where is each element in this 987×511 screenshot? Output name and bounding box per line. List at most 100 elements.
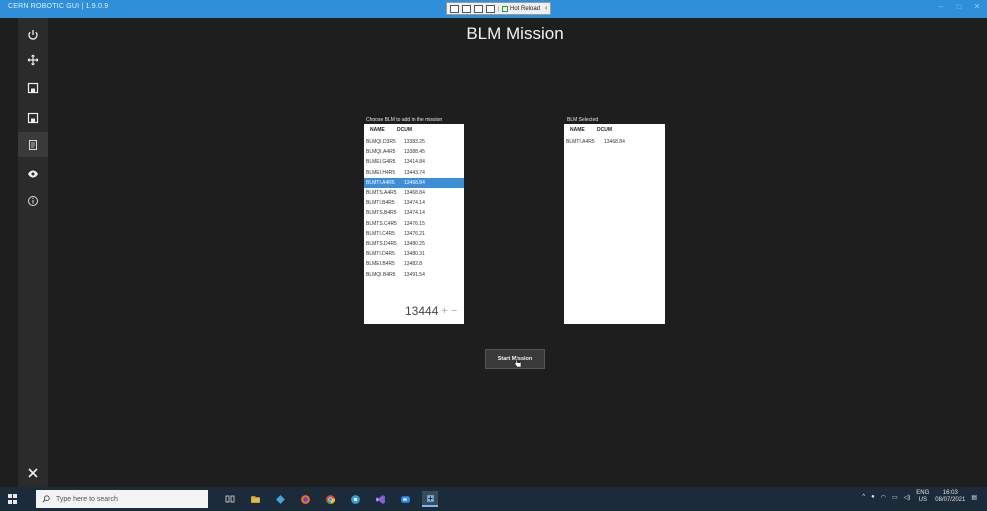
blm-name: BLMTI.B4R5 xyxy=(366,200,395,207)
sidebar-item-mission[interactable] xyxy=(18,132,48,157)
blm-name: BLMEI.H4R5 xyxy=(366,169,396,176)
hot-reload-indicator[interactable]: Hot Reload xyxy=(498,5,540,12)
volume-icon[interactable]: ◁) xyxy=(904,494,911,501)
eye-icon xyxy=(28,170,38,177)
cern-gui-app-icon[interactable] xyxy=(422,491,438,507)
visual-studio-icon[interactable] xyxy=(372,491,388,507)
blm-dcum: 13482.8 xyxy=(404,261,423,268)
windows-start-icon[interactable] xyxy=(8,494,18,504)
list-item[interactable]: BLMTS.D4R5 13480.25 xyxy=(364,239,464,249)
sidebar-item-info[interactable] xyxy=(18,188,48,213)
file-explorer-icon[interactable] xyxy=(247,491,263,507)
list-item[interactable]: BLMTS.A4R5 13468.84 xyxy=(364,188,464,198)
layout-adorner-icon[interactable] xyxy=(486,4,495,13)
keyboard-layout: US xyxy=(918,497,927,503)
dcum-stepper[interactable]: 13444 + − xyxy=(405,304,457,318)
microphone-icon[interactable]: ● xyxy=(871,494,875,500)
blm-name: BLMQI.A4R5 xyxy=(366,149,396,156)
list-item[interactable]: BLMTI.A4R5 13468.84 xyxy=(564,137,665,147)
close-icon[interactable]: ✕ xyxy=(973,2,981,11)
info-icon xyxy=(28,195,38,206)
list-item[interactable]: BLMTI.D4R5 13480.31 xyxy=(364,249,464,259)
window-title: CERN ROBOTIC GUI | 1.9.0.9 xyxy=(8,3,109,10)
search-icon xyxy=(42,495,50,503)
taskbar-search-box[interactable]: Type here to search xyxy=(36,490,208,508)
network-icon[interactable]: ▭ xyxy=(892,494,898,501)
list-item[interactable]: BLMEI.H4R5 13443.74 xyxy=(364,168,464,178)
wifi-icon[interactable]: ◠ xyxy=(881,494,886,501)
clock-time: 16:03 xyxy=(942,490,958,496)
blm-name: BLMTS.B4R5 xyxy=(366,210,397,217)
sidebar xyxy=(18,18,48,487)
clock[interactable]: 16:03 08/07/2021 xyxy=(935,490,965,504)
language-code: ENG xyxy=(916,490,930,496)
blm-dcum: 13443.74 xyxy=(404,169,425,176)
blm-dcum: 13468.84 xyxy=(404,190,425,197)
column-dcum-header: DCUM xyxy=(597,127,612,133)
system-tray: ^ ● ◠ ▭ ◁) ENG US 16:03 08/07/2021 ▤ xyxy=(862,490,977,504)
increment-button[interactable]: + xyxy=(441,305,447,317)
language-indicator[interactable]: ENG US xyxy=(916,490,929,504)
sidebar-item-save-1[interactable] xyxy=(18,75,48,100)
collapse-chevron-icon[interactable]: ‹ xyxy=(543,5,547,12)
save-icon xyxy=(27,82,39,93)
list-item[interactable]: BLMQI.A4R5 13388.45 xyxy=(364,147,464,157)
clock-date: 08/07/2021 xyxy=(935,497,966,503)
sidebar-item-tools[interactable] xyxy=(18,463,48,483)
column-name-header: NAME xyxy=(370,127,385,133)
maximize-icon[interactable]: □ xyxy=(955,2,963,11)
blm-dcum: 13480.25 xyxy=(404,240,425,247)
blm-dcum: 13474.14 xyxy=(404,200,425,207)
list-item[interactable]: BLMEI.B4R5 13482.8 xyxy=(364,259,464,269)
git-icon[interactable] xyxy=(272,491,288,507)
display-adorners-icon[interactable] xyxy=(462,4,471,13)
blm-name: BLMQI.D3R5 xyxy=(366,139,396,146)
task-view-icon[interactable] xyxy=(222,491,238,507)
move-icon xyxy=(27,54,39,65)
sidebar-item-power[interactable] xyxy=(18,22,48,47)
left-margin xyxy=(0,18,18,487)
list-item[interactable]: BLMQI.B4R5 13491.54 xyxy=(364,269,464,279)
list-item[interactable]: BLMTI.C4R5 13476.21 xyxy=(364,229,464,239)
list-item[interactable]: BLMTS.C4R5 13476.15 xyxy=(364,219,464,229)
sidebar-item-move[interactable] xyxy=(18,47,48,72)
column-name-header: NAME xyxy=(570,127,585,133)
window-controls: – □ ✕ xyxy=(937,2,981,11)
sidebar-item-save-2[interactable] xyxy=(18,105,48,130)
selected-blm-list[interactable]: NAME DCUM BLMTI.A4R5 13468.84 xyxy=(564,124,665,324)
blm-name: BLMTI.D4R5 xyxy=(366,251,395,258)
select-element-icon[interactable] xyxy=(450,4,459,13)
list-item[interactable]: BLMEI.G4R5 13414.84 xyxy=(364,157,464,167)
chevron-up-icon[interactable]: ^ xyxy=(862,494,865,500)
notification-icon[interactable]: ▤ xyxy=(971,494,977,501)
decrement-button[interactable]: − xyxy=(451,305,457,317)
hand-cursor-icon xyxy=(514,357,522,367)
xaml-devtools-toolbar: Hot Reload ‹ xyxy=(446,2,552,15)
track-focus-icon[interactable] xyxy=(474,4,483,13)
title-bar: CERN ROBOTIC GUI | 1.9.0.9 Hot Reload ‹ … xyxy=(0,0,987,18)
list-item[interactable]: BLMQI.D3R5 13383.25 xyxy=(364,137,464,147)
list-item[interactable]: BLMTS.B4R5 13474.14 xyxy=(364,208,464,218)
robot-app-icon[interactable] xyxy=(347,491,363,507)
blm-name: BLMTI.A4R5 xyxy=(366,179,395,186)
taskbar-apps xyxy=(222,491,438,507)
minimize-icon[interactable]: – xyxy=(937,2,945,11)
selected-list-label: BLM Selected xyxy=(567,117,599,123)
zoom-icon[interactable] xyxy=(397,491,413,507)
available-blm-list[interactable]: NAME DCUM BLMQI.D3R5 13383.25 BLMQI.A4R5 13… xyxy=(364,124,464,324)
sidebar-item-view[interactable] xyxy=(18,161,48,186)
blm-name: BLMEI.G4R5 xyxy=(366,159,396,166)
blm-dcum: 13476.21 xyxy=(404,230,425,237)
blm-dcum: 13491.54 xyxy=(404,271,425,278)
windows-taskbar: Type here to search ^ ● ◠ ▭ ◁) ENG US 16… xyxy=(0,487,987,511)
blm-name: BLMTS.D4R5 xyxy=(366,240,397,247)
list-item[interactable]: BLMTI.B4R5 13474.14 xyxy=(364,198,464,208)
blm-dcum: 13468.84 xyxy=(604,139,625,146)
chrome-icon[interactable] xyxy=(322,491,338,507)
blm-dcum: 13480.31 xyxy=(404,251,425,258)
list-item[interactable]: BLMTI.A4R5 13468.84 xyxy=(364,177,464,188)
search-placeholder: Type here to search xyxy=(56,495,118,503)
available-list-label: Choose BLM to add in the mission xyxy=(366,117,443,123)
tools-icon xyxy=(28,468,38,478)
firefox-icon[interactable] xyxy=(297,491,313,507)
